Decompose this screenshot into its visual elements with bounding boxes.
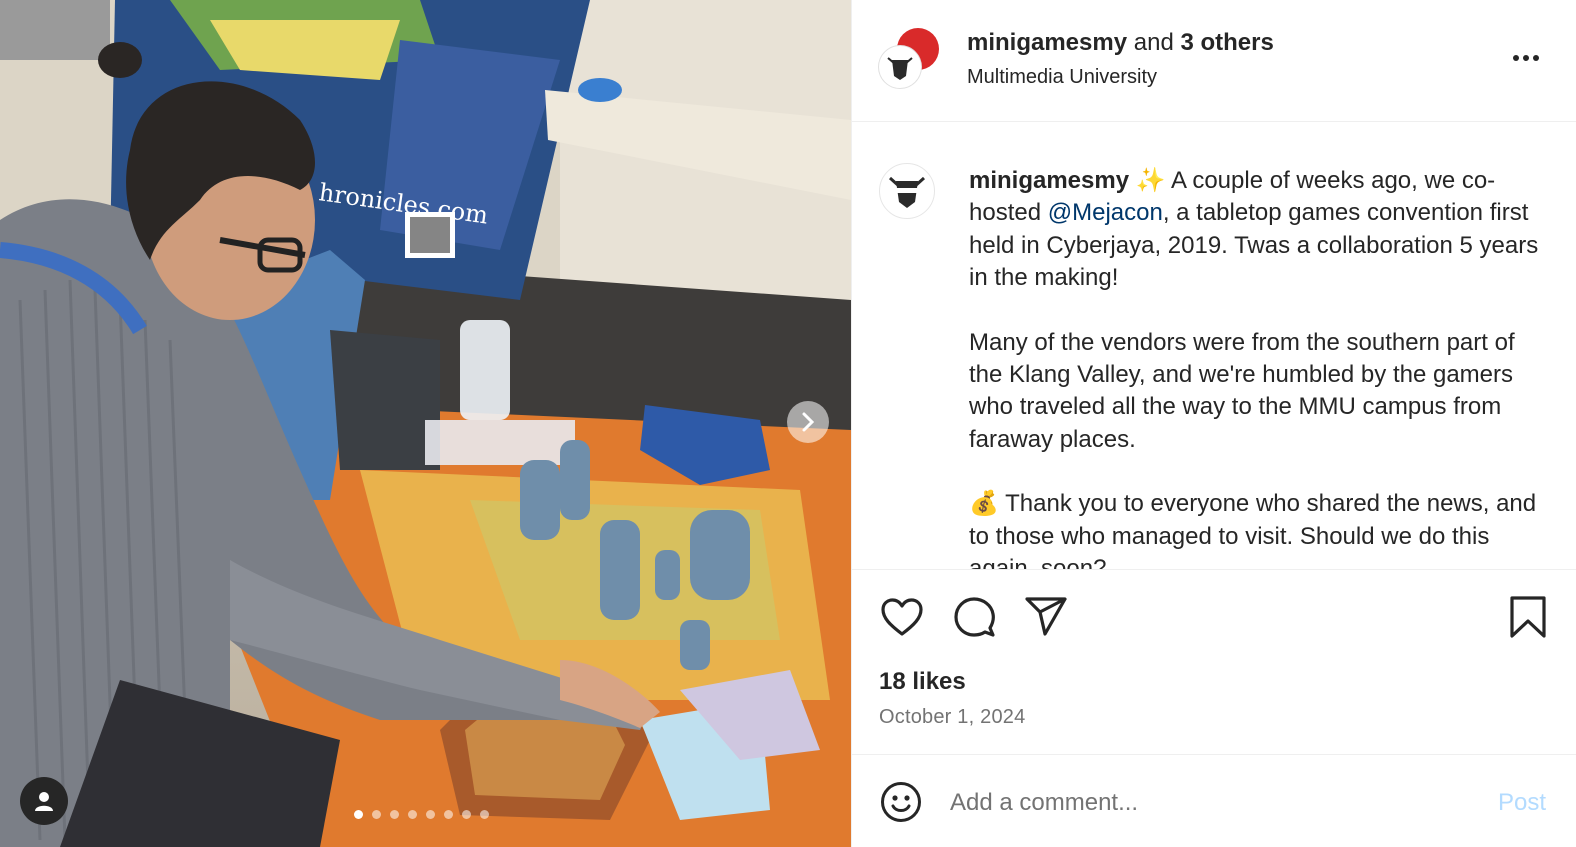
post-caption: minigamesmy ✨ A couple of weeks ago, we … [969,165,1554,569]
carousel-indicator [354,810,489,819]
carousel-dot [408,810,417,819]
carousel-dot [462,810,471,819]
caption-author-avatar[interactable] [879,163,935,219]
carousel-dot [354,810,363,819]
sparkles-emoji: ✨ [1135,167,1166,194]
tagged-people-button[interactable] [20,777,68,825]
next-slide-button[interactable] [787,401,829,443]
comment-button[interactable] [951,594,997,640]
location-link[interactable]: Multimedia University [967,66,1157,89]
carousel-dot [480,810,489,819]
post-photo: hronicles.com [0,0,851,847]
caption-username-link[interactable]: minigamesmy [969,167,1129,194]
post-media[interactable]: hronicles.com [0,0,851,847]
comment-bar: Post [852,754,1576,847]
carousel-dot [444,810,453,819]
caption-paragraph: Many of the vendors were from the southe… [969,328,1515,453]
mention-link[interactable]: @Mejacon [1048,199,1163,226]
money-bag-emoji: 💰 [969,490,999,518]
like-count[interactable]: 18 likes [879,668,966,696]
author-avatar[interactable] [879,46,921,88]
author-username-link[interactable]: minigamesmy [967,29,1127,56]
more-dot [1533,55,1539,61]
others-link[interactable]: 3 others [1180,29,1273,56]
carousel-dot [390,810,399,819]
comment-bubble-icon [954,597,995,637]
more-options-button[interactable] [1508,46,1544,70]
caption-text: Thank you to everyone who shared the new… [969,490,1537,569]
like-button[interactable] [879,594,925,640]
more-dot [1523,55,1529,61]
carousel-dot [426,810,435,819]
comment-input[interactable] [950,783,1480,823]
authors-connector: and [1133,29,1174,56]
paper-plane-icon [1025,597,1067,636]
post-comment-button[interactable]: Post [1498,789,1546,817]
caption-section[interactable]: minigamesmy ✨ A couple of weeks ago, we … [852,122,1576,569]
post-side-panel: minigamesmy and 3 others Multimedia Univ… [851,0,1576,847]
emoji-picker-button[interactable] [879,780,923,824]
more-horizontal-icon [1513,55,1519,61]
bookmark-icon [1510,596,1546,638]
heart-icon [881,598,923,636]
share-button[interactable] [1023,594,1069,640]
save-button[interactable] [1505,594,1551,640]
miniature-games-logo-icon [886,170,928,212]
post-authors: minigamesmy and 3 others [967,29,1274,57]
carousel-dot [372,810,381,819]
post-date: October 1, 2024 [879,706,1026,728]
post-actions: 18 likes October 1, 2024 [852,569,1576,754]
chevron-right-icon [802,412,815,432]
smiley-icon [881,782,921,822]
miniature-games-logo-icon [884,51,916,83]
person-icon [35,792,53,811]
post-header: minigamesmy and 3 others Multimedia Univ… [852,0,1576,122]
